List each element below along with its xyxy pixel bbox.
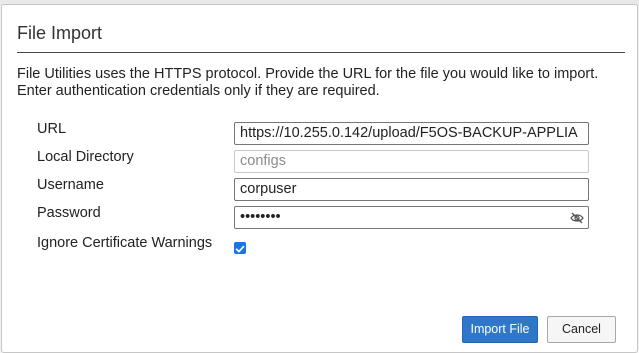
username-input[interactable]: corpuser [234,178,589,201]
import-file-button[interactable]: Import File [462,316,538,343]
dialog-description: File Utilities uses the HTTPS protocol. … [17,66,599,99]
local-directory-input: configs [234,150,589,173]
cancel-button[interactable]: Cancel [547,316,616,343]
title-divider [17,52,625,53]
url-label: URL [37,121,67,137]
dialog-title: File Import [17,23,103,43]
eye-slash-icon[interactable] [570,211,584,225]
ignore-cert-label: Ignore Certificate Warnings [37,235,213,251]
file-import-dialog: File Import File Utilities uses the HTTP… [1,4,638,353]
local-directory-label: Local Directory [37,149,134,165]
password-label: Password [37,205,101,221]
ignore-cert-checkbox[interactable] [234,242,246,254]
checkmark-icon [235,245,245,253]
url-input[interactable]: https://10.255.0.142/upload/F5OS-BACKUP-… [234,122,589,145]
password-value: •••••••• [240,209,281,225]
username-label: Username [37,177,104,193]
password-input[interactable]: •••••••• [234,206,589,229]
